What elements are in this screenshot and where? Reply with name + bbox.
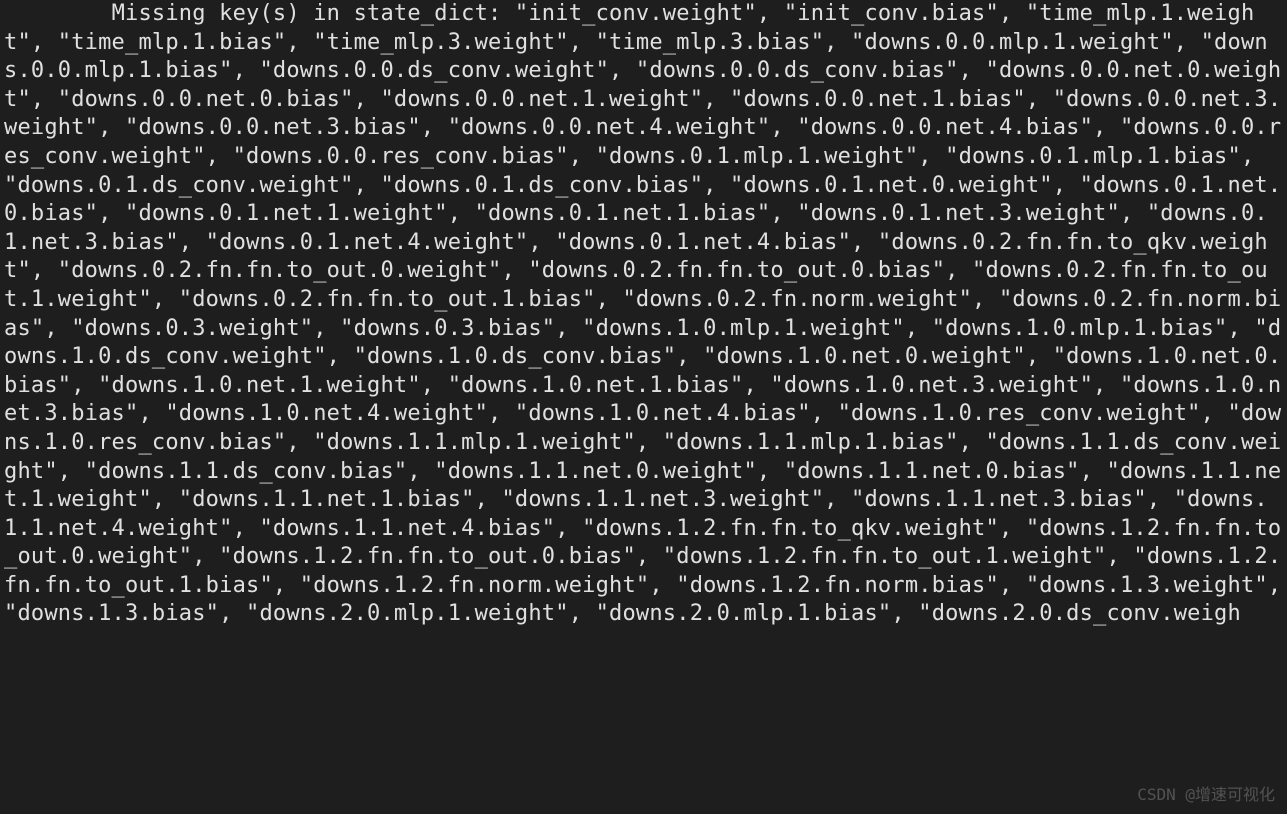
watermark-text: CSDN @增速可视化 bbox=[1137, 785, 1275, 806]
terminal-output: Missing key(s) in state_dict: "init_conv… bbox=[0, 0, 1287, 629]
